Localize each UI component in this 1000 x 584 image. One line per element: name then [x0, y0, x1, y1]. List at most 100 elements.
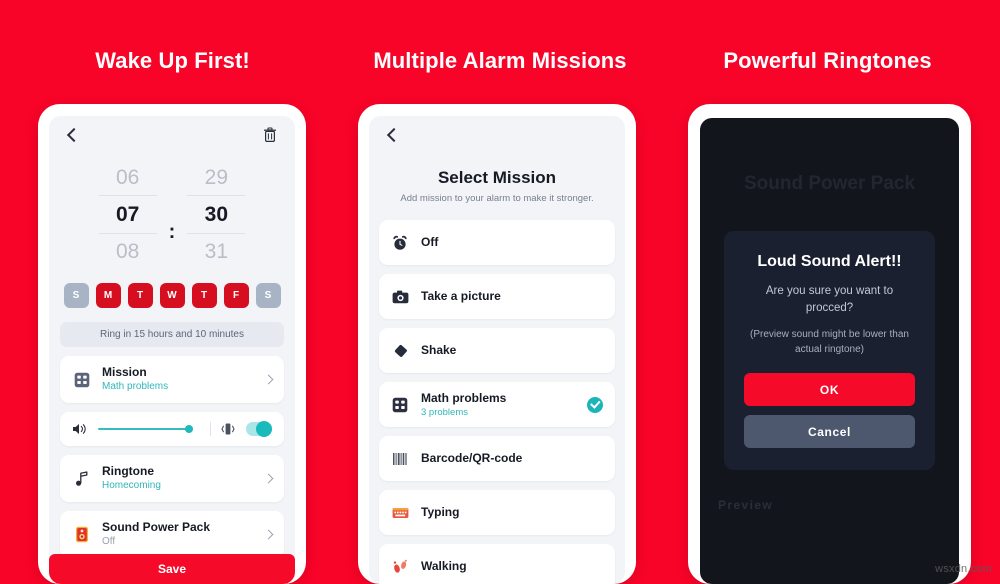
dialog-title: Loud Sound Alert!!	[757, 253, 902, 270]
shake-diamond-icon	[391, 342, 409, 360]
mission-option-take-a-picture-text: Take a picture	[421, 289, 603, 304]
minute-column[interactable]: 29 30 31	[187, 160, 246, 269]
phone-mockup-1: 06 07 08 : 29 30 31 S M T W T F S Ring i…	[38, 104, 306, 584]
volume-slider[interactable]	[98, 425, 193, 433]
mission-option-walking[interactable]: Walking	[379, 544, 615, 584]
grid-mission-icon	[72, 370, 92, 390]
weekday-monday[interactable]: M	[95, 283, 121, 308]
watermark: wsxdn.com	[935, 563, 992, 575]
trash-icon	[264, 127, 276, 143]
sound-power-pack-title: Sound Power Pack	[102, 520, 211, 534]
chevron-left-icon	[66, 127, 82, 143]
minute-next: 31	[204, 240, 228, 263]
chevron-right-icon	[263, 473, 274, 484]
speaker-icon	[73, 424, 86, 434]
back-button-2[interactable]	[383, 124, 405, 146]
mission-option-shake-text: Shake	[421, 343, 603, 358]
weekday-thursday[interactable]: T	[191, 283, 217, 308]
mission-card-title: Mission	[102, 365, 147, 379]
mission-option-barcode-qr-code-label: Barcode/QR-code	[421, 451, 523, 465]
save-button[interactable]: Save	[49, 554, 295, 584]
volume-slider-knob[interactable]	[185, 425, 193, 433]
phone-mockup-3: Sound Power Pack Preview Loud Sound Aler…	[688, 104, 971, 584]
preview-button[interactable]: Preview	[718, 498, 773, 512]
phone-2-topbar	[369, 116, 625, 154]
chevron-right-icon	[263, 529, 274, 540]
camera-icon	[391, 288, 409, 306]
mission-option-typing[interactable]: Typing	[379, 490, 615, 535]
mission-option-math-problems[interactable]: Math problems 3 problems	[379, 382, 615, 427]
selected-check-icon	[587, 396, 603, 413]
mission-option-barcode-qr-code[interactable]: Barcode/QR-code	[379, 436, 615, 481]
footprints-icon	[391, 558, 409, 576]
panel-1-headline: Wake Up First!	[95, 48, 250, 73]
mission-card[interactable]: Mission Math problems	[60, 356, 284, 403]
mission-card-text: Mission Math problems	[102, 365, 259, 394]
vibration-icon	[221, 423, 235, 435]
mission-option-walking-text: Walking	[421, 559, 603, 574]
volume-row[interactable]	[60, 412, 284, 446]
mission-card-subtitle: Math problems	[102, 381, 169, 392]
mission-list: Off Take a picture Shake Math problems 3…	[369, 220, 625, 584]
mission-option-math-problems-label: Math problems	[421, 390, 507, 405]
speaker-box-icon	[72, 525, 92, 545]
chevron-left-icon	[386, 127, 402, 143]
weekday-saturday[interactable]: S	[255, 283, 281, 308]
mission-option-math-problems-note: 3 problems	[421, 406, 468, 418]
mission-option-off[interactable]: Off	[379, 220, 615, 265]
hour-next: 08	[115, 240, 140, 263]
time-separator: :	[168, 220, 176, 243]
back-button-1[interactable]	[63, 124, 85, 146]
hour-column[interactable]: 06 07 08	[98, 160, 157, 269]
panel-3-headline: Powerful Ringtones	[723, 48, 932, 73]
grid-mission-icon	[391, 396, 409, 414]
mission-option-shake[interactable]: Shake	[379, 328, 615, 373]
phone-1-topbar	[49, 116, 295, 154]
dialog-cancel-button[interactable]: Cancel	[744, 415, 915, 448]
select-mission-subtitle: Add mission to your alarm to make it str…	[400, 193, 594, 204]
vibration-toggle-knob	[256, 421, 272, 437]
sound-power-pack-card[interactable]: Sound Power Pack Off	[60, 511, 284, 558]
ringtone-card-title: Ringtone	[102, 464, 154, 478]
weekday-wednesday[interactable]: W	[159, 283, 185, 308]
delete-alarm-button[interactable]	[259, 124, 281, 146]
phone-2-screen: Select Mission Add mission to your alarm…	[369, 116, 625, 584]
loud-sound-alert-dialog: Loud Sound Alert!! Are you sure you want…	[724, 231, 935, 470]
panel-2-headline: Multiple Alarm Missions	[373, 48, 627, 73]
mission-option-math-problems-text: Math problems 3 problems	[421, 391, 587, 419]
sound-power-pack-screen-title: Sound Power Pack	[743, 173, 916, 194]
ringtone-card-subtitle: Homecoming	[102, 480, 161, 491]
keyboard-icon	[391, 504, 409, 522]
mission-option-off-text: Off	[421, 235, 603, 250]
dialog-note: (Preview sound might be lower than actua…	[750, 329, 909, 355]
weekday-tuesday[interactable]: T	[127, 283, 153, 308]
chevron-right-icon	[263, 374, 274, 385]
weekday-selector[interactable]: S M T W T F S	[49, 283, 295, 308]
minute-previous: 29	[204, 166, 228, 189]
mission-option-off-label: Off	[421, 235, 439, 249]
mission-option-typing-label: Typing	[421, 505, 460, 519]
sound-power-pack-text: Sound Power Pack Off	[102, 520, 259, 549]
ring-countdown-banner: Ring in 15 hours and 10 minutes	[60, 322, 284, 347]
check-mark-glyph	[590, 398, 601, 409]
mission-option-take-a-picture-label: Take a picture	[421, 289, 501, 303]
alarm-clock-icon	[391, 234, 409, 252]
select-mission-title: Select Mission	[437, 168, 557, 187]
weekday-sunday[interactable]: S	[63, 283, 89, 308]
mission-option-shake-label: Shake	[421, 343, 457, 357]
vibration-toggle[interactable]	[246, 421, 272, 437]
phone-1-screen: 06 07 08 : 29 30 31 S M T W T F S Ring i…	[49, 116, 295, 584]
mission-option-take-a-picture[interactable]: Take a picture	[379, 274, 615, 319]
ringtone-card[interactable]: Ringtone Homecoming	[60, 455, 284, 502]
barcode-icon	[391, 450, 409, 468]
weekday-friday[interactable]: F	[223, 283, 249, 308]
mission-option-barcode-qr-code-text: Barcode/QR-code	[421, 451, 603, 466]
hour-previous: 06	[115, 166, 140, 189]
time-picker[interactable]: 06 07 08 : 29 30 31	[49, 160, 295, 269]
dialog-ok-button[interactable]: OK	[744, 373, 915, 406]
row-divider	[210, 422, 211, 436]
mission-option-walking-label: Walking	[421, 559, 467, 573]
music-note-icon	[72, 469, 92, 489]
screenshot-stage: Wake Up First! 06 07 08: 29 30 31 S M T…	[0, 0, 1000, 584]
phone-mockup-2: Select Mission Add mission to your alarm…	[358, 104, 636, 584]
